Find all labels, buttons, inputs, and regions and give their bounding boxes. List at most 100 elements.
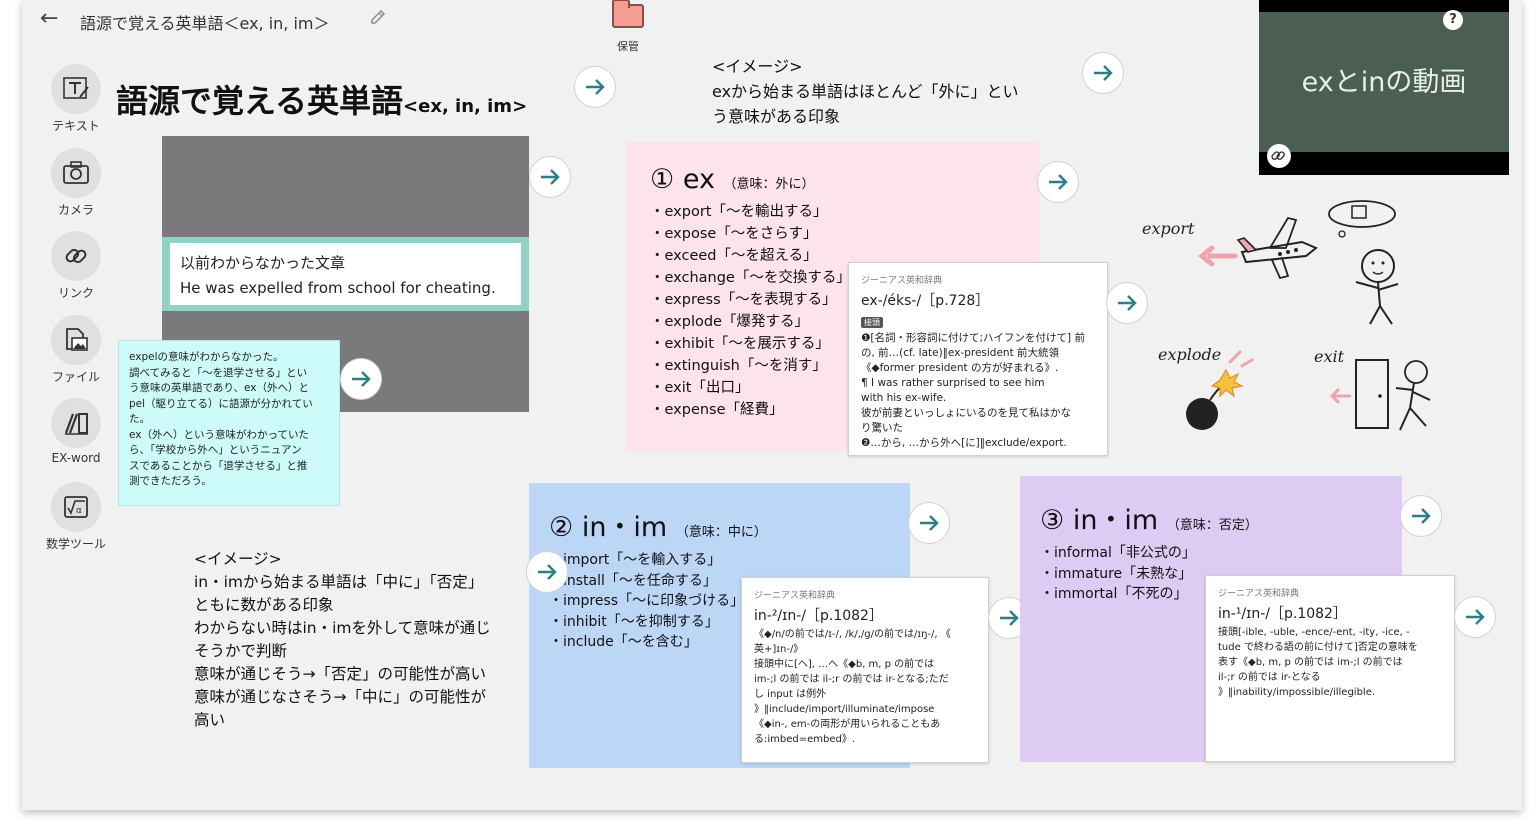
dictionary-line: 《◆in-, em-の両形が用いられることもあ bbox=[754, 719, 941, 730]
card-number: ② bbox=[549, 512, 574, 543]
sketch-label-export: export bbox=[1142, 219, 1195, 238]
link-arrow-button[interactable] bbox=[574, 66, 616, 108]
folder-icon bbox=[612, 0, 644, 28]
math-tool-button[interactable]: α 数学ツール bbox=[40, 482, 112, 552]
sketch-label-explode: explode bbox=[1158, 345, 1221, 364]
sentence-line-2: He was expelled from school for cheating… bbox=[180, 279, 496, 297]
dictionary-source: ジーニアス英和辞典 bbox=[861, 276, 943, 286]
image-note-line: 意味が通じそう→「否定」の可能性が高い bbox=[194, 665, 486, 683]
image-note-line: 意味が通じなさそう→「中に」の可能性が bbox=[194, 688, 486, 706]
dictionary-line: 英+]ɪn-/》 bbox=[754, 644, 804, 655]
dictionary-line: の, 前…(cf. late)‖ex-president 前大統領 bbox=[861, 347, 1060, 359]
card-number: ③ bbox=[1040, 505, 1065, 536]
link-arrow-button[interactable] bbox=[1400, 495, 1442, 537]
note-line: pel（駆り立てる）に語源が分かれてい bbox=[129, 397, 313, 410]
arrow-right-icon bbox=[1412, 508, 1431, 524]
dictionary-line: 《◆former president の方が好まれる》. bbox=[861, 362, 1059, 374]
arrow-right-icon bbox=[541, 169, 560, 185]
dictionary-line: 》‖inability/impossible/illegible. bbox=[1218, 687, 1376, 698]
whiteboard-canvas[interactable]: ← 語源で覚える英単語＜ex, in, im＞ 保管 テキスト カメラ リンク … bbox=[22, 0, 1522, 810]
dictionary-headword: in-¹/ɪn-/［p.1082］ bbox=[1218, 606, 1347, 622]
exword-tool-button[interactable]: EX-word bbox=[40, 398, 112, 465]
camera-tool-button[interactable]: カメラ bbox=[40, 148, 112, 218]
dictionary-source: ジーニアス英和辞典 bbox=[1218, 589, 1300, 599]
card-prefix: ex bbox=[682, 164, 715, 195]
link-arrow-button[interactable] bbox=[908, 502, 950, 544]
file-tool-button[interactable]: ファイル bbox=[40, 315, 112, 385]
card-prefix: in・im bbox=[581, 512, 668, 543]
note-line: 測できただろう。 bbox=[129, 475, 212, 487]
camera-icon bbox=[51, 148, 101, 198]
dictionary-line: 彼が前妻といっしょにいるのを見て私はかな bbox=[861, 407, 1071, 419]
link-arrow-button[interactable] bbox=[529, 156, 571, 198]
help-icon[interactable]: ? bbox=[1443, 10, 1463, 30]
dictionary-headword: ex-/éks-/［p.728］ bbox=[861, 293, 990, 309]
dictionary-line: り驚いた bbox=[861, 422, 903, 434]
part-of-speech-tag: 接頭 bbox=[861, 317, 883, 328]
math-tool-label: 数学ツール bbox=[45, 537, 106, 551]
dictionary-line: る:imbed=embed》. bbox=[754, 734, 856, 745]
camera-tool-label: カメラ bbox=[57, 203, 94, 217]
pencil-icon[interactable] bbox=[368, 8, 388, 28]
list-item: import「〜を輸入する」 bbox=[549, 550, 890, 571]
link-arrow-button[interactable] bbox=[526, 551, 568, 593]
dictionary-line: し input は例外 bbox=[754, 689, 827, 700]
dictionary-source: ジーニアス英和辞典 bbox=[754, 591, 836, 601]
storage-button[interactable]: 保管 bbox=[610, 0, 646, 54]
dictionary-card-in2[interactable]: ジーニアス英和辞典 in-²/ɪn-/［p.1082］ 《◆/n/の前では/ɪ-… bbox=[741, 577, 989, 763]
arrow-right-icon bbox=[586, 79, 605, 95]
dictionary-line: im-;l の前では il-;r の前では ir-となる;ただ bbox=[754, 674, 949, 685]
text-tool-label: テキスト bbox=[52, 119, 100, 133]
note-line: スであることから「退学させる」と推 bbox=[129, 459, 308, 472]
dictionary-card-in1[interactable]: ジーニアス英和辞典 in-¹/ɪn-/［p.1082］ 接頭[-ible, -u… bbox=[1205, 575, 1455, 762]
arrow-right-icon bbox=[1466, 609, 1485, 625]
link-icon[interactable] bbox=[1267, 144, 1291, 168]
sentence-text-box: 以前わからなかった文章 He was expelled from school … bbox=[170, 243, 521, 305]
ex-card-title: ① ex （意味：外に） bbox=[650, 164, 1015, 195]
text-tool-button[interactable]: テキスト bbox=[40, 64, 112, 134]
svg-text:α: α bbox=[76, 506, 82, 516]
arrow-right-icon bbox=[1094, 65, 1113, 81]
link-arrow-button[interactable] bbox=[340, 358, 382, 400]
arrow-right-icon bbox=[538, 564, 557, 580]
image-note-line: 高い bbox=[194, 711, 226, 729]
image-note-ex[interactable]: <イメージ> exから始まる単語はほとんど「外に」とい う意味がある印象 bbox=[712, 54, 1072, 129]
expel-note-card[interactable]: expelの意味がわからなかった。 調べてみると「〜を退学させる」とい う意味の… bbox=[118, 340, 340, 506]
image-note-in[interactable]: <イメージ> in・imから始まる単語は「中に」「否定」 ともに数がある印象 わ… bbox=[194, 548, 514, 732]
video-card[interactable]: exとinの動画 ? bbox=[1259, 0, 1509, 175]
image-note-line: ともに数がある印象 bbox=[194, 596, 334, 614]
dictionary-line: il-;r の前では ir-となる bbox=[1218, 672, 1321, 683]
dictionary-line: ❷…から, …から外へ[に]‖exclude/export. bbox=[861, 437, 1067, 449]
back-arrow-icon[interactable]: ← bbox=[40, 6, 58, 31]
list-item: informal「非公式の」 bbox=[1040, 543, 1382, 564]
link-icon bbox=[51, 231, 101, 281]
file-tool-label: ファイル bbox=[51, 370, 100, 384]
note-line: 調べてみると「〜を退学させる」とい bbox=[129, 366, 308, 379]
arrow-right-icon bbox=[920, 515, 939, 531]
dictionary-line: 接頭[-ible, -uble, -ence/-ent, -ity, -ice,… bbox=[1218, 627, 1410, 638]
arrow-right-icon bbox=[1000, 610, 1019, 626]
link-arrow-button[interactable] bbox=[1454, 596, 1496, 638]
sentence-strip[interactable]: 以前わからなかった文章 He was expelled from school … bbox=[162, 237, 529, 311]
image-note-line: う意味がある印象 bbox=[712, 107, 841, 126]
image-note-line: わからない時はin・imを外して意味が通じ bbox=[194, 619, 491, 637]
arrow-right-icon bbox=[1049, 174, 1068, 190]
list-item: expose「〜をさらす」 bbox=[650, 223, 1015, 245]
in-card-title: ② in・im （意味：中に） bbox=[549, 505, 890, 544]
hand-drawn-illustration[interactable]: export explode exit bbox=[1130, 190, 1460, 450]
sketch-label-exit: exit bbox=[1314, 347, 1345, 366]
board-title[interactable]: 語源で覚える英単語<ex, in, im> bbox=[116, 76, 527, 122]
link-tool-button[interactable]: リンク bbox=[40, 231, 112, 301]
image-note-line: exから始まる単語はほとんど「外に」とい bbox=[712, 82, 1019, 101]
dictionary-line: tude で終わる語の前に付けて]否定の意味を bbox=[1218, 642, 1418, 653]
link-arrow-button[interactable] bbox=[1037, 161, 1079, 203]
math-tool-icon: α bbox=[51, 482, 101, 532]
document-title[interactable]: 語源で覚える英単語＜ex, in, im＞ bbox=[80, 10, 330, 34]
card-prefix: in・im bbox=[1072, 505, 1159, 536]
dictionary-card-ex[interactable]: ジーニアス英和辞典 ex-/éks-/［p.728］ 接頭 ❶[名詞・形容詞に付… bbox=[848, 262, 1108, 456]
dictionary-line: 《◆/n/の前では/ɪ-/, /k/,/g/の前では/ɪŋ-/, 《 bbox=[754, 629, 951, 640]
link-arrow-button[interactable] bbox=[1082, 52, 1124, 94]
card-meaning: （意味：否定） bbox=[1166, 518, 1258, 533]
dictionary-line: with his ex-wife. bbox=[861, 392, 947, 404]
dictionary-line: 接頭中に[へ], …へ《◆b, m, p の前では bbox=[754, 659, 935, 670]
